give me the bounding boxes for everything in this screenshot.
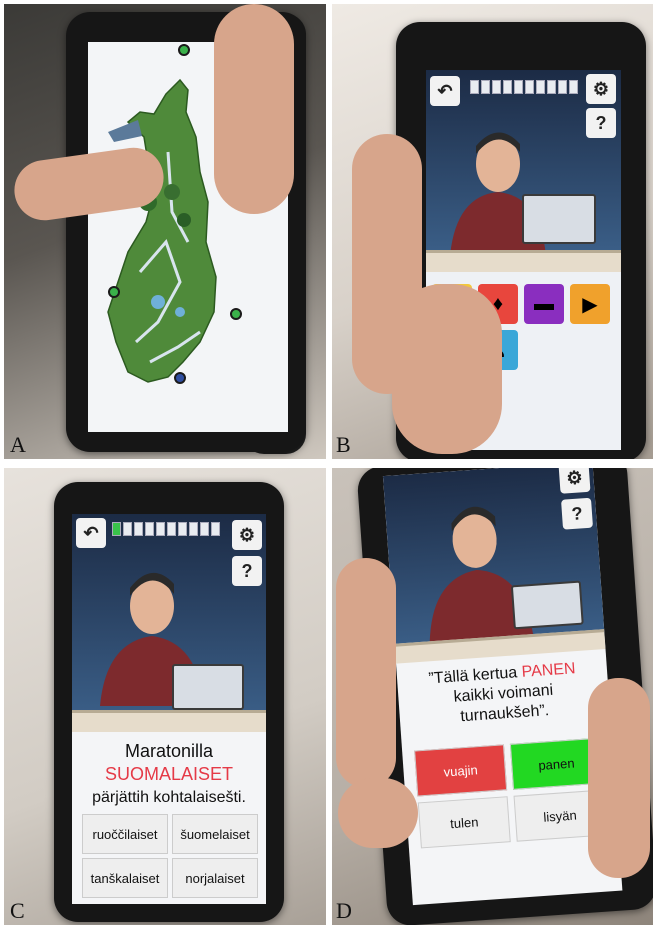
question-text: Maratonilla SUOMALAISET pärjättih kohtal…: [72, 740, 266, 809]
desk: [426, 250, 621, 272]
answer-button[interactable]: tulen: [417, 796, 511, 849]
highlight-word: SUOMALAISET: [104, 764, 234, 784]
progress-bar: [112, 522, 220, 536]
back-arrow-icon[interactable]: ↶: [76, 518, 106, 548]
answer-button[interactable]: ruoččilaiset: [82, 814, 168, 854]
map-pin-west[interactable]: [108, 286, 120, 298]
panel-c: ↶ ⚙ ? Maratonilla SUOMALAISET pärjättih …: [4, 468, 326, 925]
answer-button[interactable]: norjalaiset: [172, 858, 258, 898]
hand-thumb-left: [338, 778, 418, 848]
panel-b: ↶ ⚙ ? ✂ ♦ ▬ ▶ ● ♟ B: [332, 4, 653, 459]
answer-grid: ruoččilaiset šuomelaiset tanškalaiset no…: [82, 814, 258, 898]
back-arrow-icon[interactable]: ↶: [430, 76, 460, 106]
progress-bar: [470, 80, 578, 94]
answer-grid: vuajin panen tulen lisyän: [414, 737, 607, 849]
answer-button-wrong[interactable]: vuajin: [414, 744, 508, 797]
help-question-icon[interactable]: ?: [561, 497, 594, 530]
laptop: [522, 194, 596, 244]
panel-letter-d: D: [336, 898, 352, 923]
help-question-icon[interactable]: ?: [586, 108, 616, 138]
map-pin-south[interactable]: [174, 372, 186, 384]
answer-button[interactable]: tanškalaiset: [82, 858, 168, 898]
hand-thumb: [214, 4, 294, 214]
answer-button[interactable]: šuomelaiset: [172, 814, 258, 854]
settings-gears-icon[interactable]: ⚙: [232, 520, 262, 550]
phone-c: ↶ ⚙ ? Maratonilla SUOMALAISET pärjättih …: [54, 482, 284, 922]
game-screen-c: ↶ ⚙ ? Maratonilla SUOMALAISET pärjättih …: [72, 514, 266, 904]
category-vehicles-icon[interactable]: ▬: [524, 284, 564, 324]
panel-d: ⚙ ? ”Tällä kertua PANEN kaikki voimani t…: [332, 468, 653, 925]
hand-right: [588, 678, 650, 878]
laptop: [172, 664, 244, 710]
panel-letter-b: B: [336, 432, 351, 457]
panel-a: A: [4, 4, 326, 459]
settings-gears-icon[interactable]: ⚙: [558, 468, 591, 494]
category-movie-icon[interactable]: ▶: [570, 284, 610, 324]
desk: [72, 710, 266, 732]
settings-gears-icon[interactable]: ⚙: [586, 74, 616, 104]
hand-left: [336, 558, 396, 788]
map-pin-north[interactable]: [178, 44, 190, 56]
panel-letter-a: A: [10, 432, 26, 457]
game-screen-d: ⚙ ? ”Tällä kertua PANEN kaikki voimani t…: [382, 468, 623, 906]
panel-letter-c: C: [10, 898, 25, 923]
question-text: ”Tällä kertua PANEN kaikki voimani turna…: [427, 660, 577, 726]
laptop: [510, 580, 584, 630]
map-pin-east[interactable]: [230, 308, 242, 320]
hand-pointing: [392, 284, 502, 454]
highlight-word: PANEN: [521, 660, 577, 681]
help-question-icon[interactable]: ?: [232, 556, 262, 586]
